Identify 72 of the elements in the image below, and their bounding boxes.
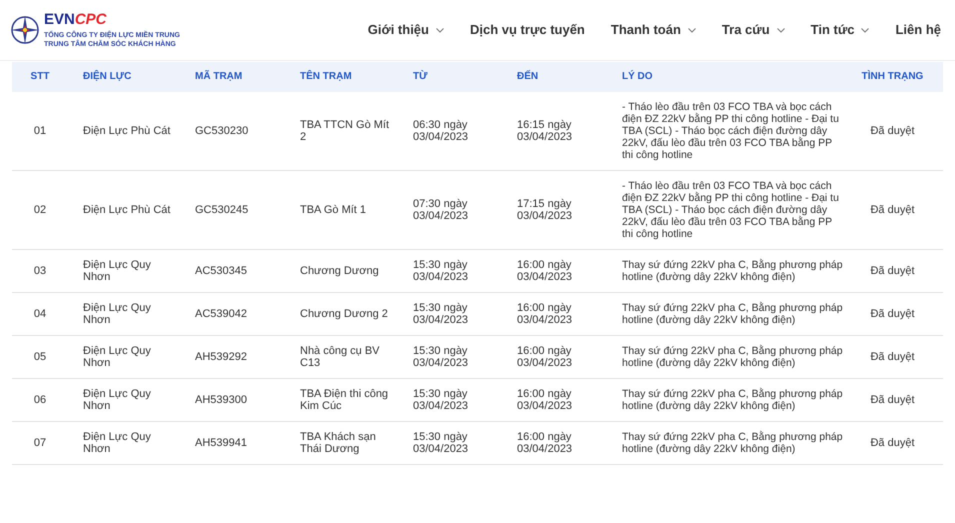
status-cell: Đã duyệt [870,437,915,449]
start-time-cell-text: 15:30 ngày 03/04/2023 [413,259,470,283]
row-number-cell: 04 [34,308,46,320]
station-code-cell-text: AC539042 [195,308,248,320]
start-time-cell-text: 15:30 ngày 03/04/2023 [413,345,470,369]
nav-link[interactable]: Giới thiệu [368,22,444,38]
station-name-cell-text: TBA TTCN Gò Mít 2 [300,119,390,143]
status-cell: Đã duyệt [870,204,915,216]
station-name-cell-text: TBA Điện thi công Kim Cúc [300,388,390,412]
end-time-cell-text: 16:00 ngày 03/04/2023 [517,302,574,326]
end-time-cell-text: 17:15 ngày 03/04/2023 [517,198,574,222]
end-time-cell-text: 16:15 ngày 03/04/2023 [517,119,574,143]
reason-cell: Thay sứ đứng 22kV pha C, Bằng phương pháp hotline (đường dây 22kV không điện) [622,302,843,326]
station-name-cell-text: Chương Dương 2 [300,308,389,320]
brand-name: EVNCPC [44,12,108,28]
status-cell: Đã duyệt [870,125,915,137]
status-cell: Đã duyệt [870,394,915,406]
row-number-cell: 07 [34,437,46,449]
column-header: ĐIỆN LỰC [83,71,132,83]
reason-cell: Thay sứ đứng 22kV pha C, Bằng phương pháp hotline (đường dây 22kV không điện) [622,259,843,283]
nav-link[interactable]: Tra cứu [722,22,785,38]
status-cell: Đã duyệt [870,308,915,320]
logo-icon [10,15,40,45]
station-name-cell-text: TBA Khách sạn Thái Dương [300,431,377,455]
nav-link[interactable]: Tin tức [810,22,870,38]
reason-cell: Thay sứ đứng 22kV pha C, Bằng phương pháp hotline (đường dây 22kV không điện) [622,388,843,412]
start-time-cell-text: 15:30 ngày 03/04/2023 [413,431,470,455]
status-cell: Đã duyệt [870,265,915,277]
power-company-cell-text: Điện Lực Quy Nhơn [83,345,152,369]
nav-link[interactable]: Dịch vụ trực tuyến [470,22,585,38]
end-time-cell-text: 16:00 ngày 03/04/2023 [517,345,574,369]
row-number-cell: 06 [34,394,46,406]
reason-cell-text: - Tháo lèo đầu trên 03 FCO TBA và bọc cách điện ĐZ 22kV bằng PP thi công hotline - Đại tu TBA (SCL) - Tháo bọc cách điện đường dây 22kV, đấu lèo đầu trên 03 FCO TBA bằng PP thi công hotline [622,101,840,161]
nav-link[interactable]: Liên hệ [895,22,941,38]
column-header: LÝ DO [622,71,654,83]
status-cell: Đã duyệt [870,351,915,363]
station-code-cell-text: AH539292 [195,351,248,363]
column-header: STT [30,71,50,83]
power-company-cell-text: Điện Lực Quy Nhơn [83,388,152,412]
station-name-cell-text: TBA Gò Mít 1 [300,204,368,216]
station-code-cell-text: GC530230 [195,125,250,137]
column-header: ĐẾN [517,71,540,83]
end-time-cell-text: 16:00 ngày 03/04/2023 [517,259,574,283]
start-time-cell-text: 07:30 ngày 03/04/2023 [413,198,470,222]
row-number-cell: 03 [34,265,46,277]
station-code-cell-text: GC530245 [195,204,250,216]
start-time-cell-text: 06:30 ngày 03/04/2023 [413,119,470,143]
reason-cell: Thay sứ đứng 22kV pha C, Bằng phương pháp hotline (đường dây 22kV không điện) [622,431,843,455]
power-company-cell-text: Điện Lực Quy Nhơn [83,302,152,326]
start-time-cell-text: 15:30 ngày 03/04/2023 [413,302,470,326]
reason-cell: Thay sứ đứng 22kV pha C, Bằng phương pháp hotline (đường dây 22kV không điện) [622,345,843,369]
power-company-cell-text: Điện Lực Quy Nhơn [83,259,152,283]
power-company-cell-text: Điện Lực Quy Nhơn [83,431,152,455]
station-code-cell-text: AH539941 [195,437,248,449]
station-name-cell-text: Chương Dương [300,265,380,277]
column-header: TÌNH TRẠNG [862,71,924,83]
row-number-cell: 01 [34,125,46,137]
end-time-cell-text: 16:00 ngày 03/04/2023 [517,388,574,412]
column-header: TỪ [413,71,428,83]
power-company-cell-text: Điện Lực Phù Cát [83,204,172,216]
power-company-cell-text: Điện Lực Phù Cát [83,125,172,137]
nav-link[interactable]: Thanh toán [610,22,696,38]
station-code-cell-text: AC530345 [195,265,248,277]
row-number-cell: 02 [34,204,46,216]
end-time-cell-text: 16:00 ngày 03/04/2023 [517,431,574,455]
column-header: MÃ TRẠM [195,71,244,83]
row-number-cell: 05 [34,351,46,363]
column-header: TÊN TRẠM [300,71,353,83]
station-name-cell-text: Nhà công cụ BV C13 [300,345,380,369]
station-code-cell-text: AH539300 [195,394,248,406]
reason-cell-text: - Tháo lèo đầu trên 03 FCO TBA và bọc cách điện ĐZ 22kV bằng PP thi công hotline - Đại tu TBA (SCL) - Tháo bọc cách điện đường dây 22kV, đấu lèo đầu trên 03 FCO TBA bằng PP thi công hotline [622,180,840,240]
start-time-cell-text: 15:30 ngày 03/04/2023 [413,388,470,412]
